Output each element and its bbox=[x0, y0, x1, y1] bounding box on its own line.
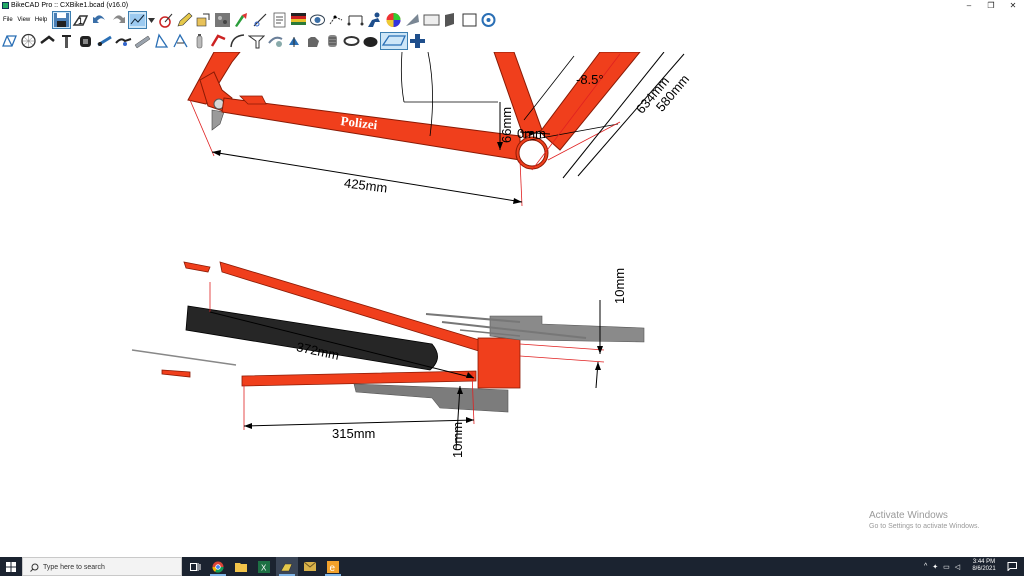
rider-icon[interactable] bbox=[365, 11, 384, 29]
toolbar-bottom bbox=[0, 32, 427, 50]
square-icon[interactable] bbox=[460, 11, 479, 29]
maximize-button[interactable]: ❐ bbox=[980, 0, 1002, 11]
tube-icon[interactable] bbox=[133, 32, 152, 50]
drawing-canvas[interactable]: Polizei 425mm 66mm 0mm -8.5° 634mm 580mm… bbox=[0, 52, 1024, 557]
clock-date: 8/6/2021 bbox=[972, 566, 996, 572]
file-explorer-icon[interactable] bbox=[230, 557, 252, 576]
bike-frame-icon[interactable]: 1 bbox=[71, 11, 90, 29]
bottle-icon[interactable] bbox=[190, 32, 209, 50]
seat-icon[interactable] bbox=[247, 32, 266, 50]
excel-icon[interactable]: X bbox=[253, 557, 275, 576]
zoom-icon[interactable] bbox=[479, 11, 498, 29]
measure-icon[interactable] bbox=[251, 11, 270, 29]
frame-icon[interactable] bbox=[0, 32, 19, 50]
svg-text:e: e bbox=[330, 563, 336, 573]
fork2-icon[interactable] bbox=[171, 32, 190, 50]
dim-bb-drop: 66mm bbox=[499, 107, 514, 143]
rack-icon[interactable] bbox=[209, 32, 228, 50]
svg-text:1: 1 bbox=[78, 16, 83, 26]
menu-file[interactable]: File bbox=[3, 11, 13, 29]
hand-icon[interactable] bbox=[304, 32, 323, 50]
svg-text:X: X bbox=[261, 563, 267, 572]
tire-icon[interactable] bbox=[76, 32, 95, 50]
network-icon[interactable]: ▭ bbox=[943, 563, 950, 571]
taskbar-search[interactable]: Type here to search bbox=[22, 557, 182, 576]
fold-icon[interactable] bbox=[403, 11, 422, 29]
stem-icon[interactable] bbox=[38, 32, 57, 50]
pedal-icon[interactable] bbox=[114, 32, 133, 50]
watermark-subtitle: Go to Settings to activate Windows. bbox=[869, 523, 980, 530]
toolbar-top: 1 bbox=[52, 11, 498, 29]
dim-offset-bottom: 10mm bbox=[450, 422, 465, 458]
search-placeholder: Type here to search bbox=[43, 564, 105, 571]
graph-icon[interactable] bbox=[128, 11, 147, 29]
menu-bar: File View Help bbox=[0, 11, 60, 29]
dropbox-icon[interactable]: ✦ bbox=[932, 563, 938, 571]
color-wheel-icon[interactable] bbox=[384, 11, 403, 29]
dim-chainstay: 425mm bbox=[343, 175, 388, 195]
brake-icon[interactable] bbox=[156, 11, 175, 29]
dimension-tool-icon[interactable] bbox=[380, 32, 408, 50]
lock-icon[interactable] bbox=[266, 32, 285, 50]
task-view-icon[interactable] bbox=[184, 557, 206, 576]
chevron-up-icon[interactable]: ^ bbox=[924, 563, 927, 570]
redo-icon[interactable] bbox=[109, 11, 128, 29]
windows-logo-icon bbox=[5, 561, 16, 572]
frame-side-view: Polizei 425mm 66mm 0mm -8.5° 634mm 580mm bbox=[187, 52, 692, 207]
dim-angle: -8.5° bbox=[576, 72, 604, 87]
save-icon[interactable] bbox=[52, 11, 71, 29]
close-button[interactable]: ✕ bbox=[1002, 0, 1024, 11]
taskbar: Type here to search X e ^ ✦ ▭ ◁ 3:44 PM … bbox=[0, 557, 1024, 576]
volume-icon[interactable]: ◁ bbox=[955, 563, 960, 571]
notifications-icon[interactable] bbox=[1002, 557, 1022, 576]
flag-icon[interactable] bbox=[289, 11, 308, 29]
menu-help[interactable]: Help bbox=[35, 11, 47, 29]
dim-offset-top: 10mm bbox=[612, 268, 627, 304]
grip-icon[interactable] bbox=[323, 32, 342, 50]
title-bar: BikeCAD Pro :: CXBike1.bcad (v16.0) – ❐ … bbox=[0, 0, 1024, 11]
dots-icon[interactable] bbox=[327, 11, 346, 29]
seatpost-icon[interactable] bbox=[57, 32, 76, 50]
window-title: BikeCAD Pro :: CXBike1.bcad (v16.0) bbox=[11, 2, 129, 9]
menu-view[interactable]: View bbox=[17, 11, 30, 29]
dim-stay-x: 315mm bbox=[332, 426, 375, 441]
dropdown-icon[interactable] bbox=[147, 11, 156, 29]
fork-icon[interactable] bbox=[152, 32, 171, 50]
chrome-icon[interactable] bbox=[207, 557, 229, 576]
fender-icon[interactable] bbox=[228, 32, 247, 50]
minimize-button[interactable]: – bbox=[958, 0, 980, 11]
camera-icon[interactable] bbox=[308, 11, 327, 29]
add-icon[interactable] bbox=[408, 32, 427, 50]
paint-icon[interactable] bbox=[232, 11, 251, 29]
tilt-icon[interactable] bbox=[441, 11, 460, 29]
screen-icon[interactable] bbox=[422, 11, 441, 29]
activation-watermark: Activate Windows Go to Settings to activ… bbox=[869, 510, 980, 530]
dimensions-icon[interactable] bbox=[346, 11, 365, 29]
undo-icon[interactable] bbox=[90, 11, 109, 29]
taskbar-clock[interactable]: 3:44 PM 8/6/2021 bbox=[966, 559, 1002, 573]
bikecad-taskbar-icon[interactable] bbox=[276, 557, 298, 576]
clock-time: 3:44 PM bbox=[972, 559, 996, 565]
dim-bb-offset: 0mm bbox=[517, 126, 546, 141]
watermark-title: Activate Windows bbox=[869, 510, 948, 521]
stay-detail-view: 372mm 315mm 10mm 10mm bbox=[131, 261, 645, 458]
texture-icon[interactable] bbox=[213, 11, 232, 29]
light-icon[interactable] bbox=[285, 32, 304, 50]
wheel-icon[interactable] bbox=[19, 32, 38, 50]
chain-icon[interactable] bbox=[342, 32, 361, 50]
crank-icon[interactable] bbox=[95, 32, 114, 50]
start-button[interactable] bbox=[0, 557, 21, 576]
notes-icon[interactable] bbox=[270, 11, 289, 29]
pencil-icon[interactable] bbox=[175, 11, 194, 29]
edge-icon[interactable]: e bbox=[322, 557, 344, 576]
search-icon bbox=[30, 563, 39, 572]
pannier-icon[interactable] bbox=[361, 32, 380, 50]
system-tray: ^ ✦ ▭ ◁ bbox=[924, 557, 960, 576]
bikecad-logo-icon bbox=[2, 2, 9, 9]
mail-icon[interactable] bbox=[299, 557, 321, 576]
crop-icon[interactable] bbox=[194, 11, 213, 29]
